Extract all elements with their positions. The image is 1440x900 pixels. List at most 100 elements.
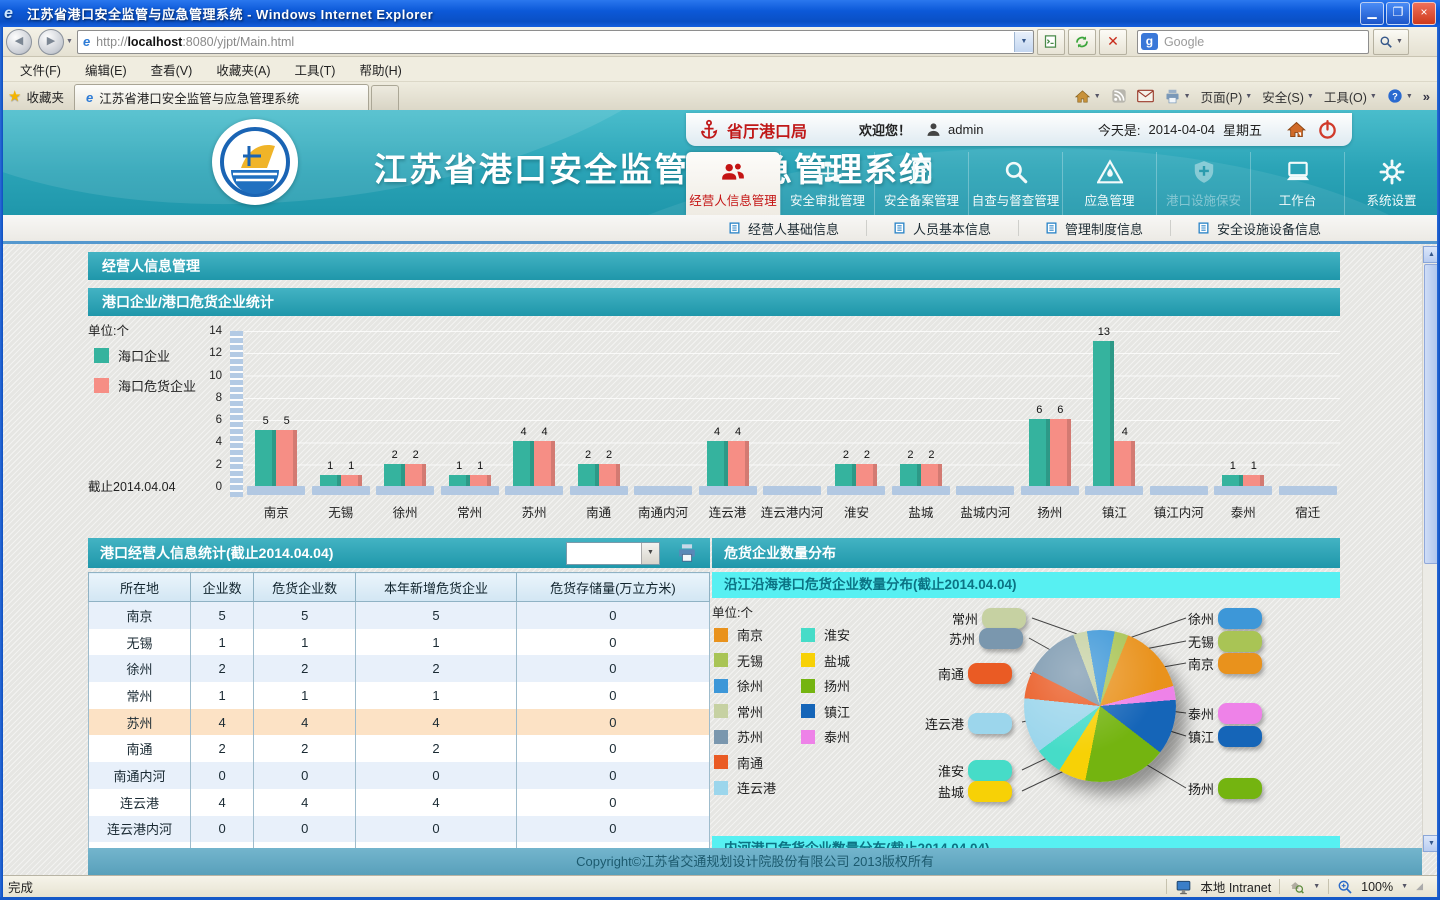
table-row-无锡[interactable]: 无锡1110 [89, 629, 710, 656]
home-shortcut-icon[interactable] [1286, 119, 1307, 140]
search-input[interactable]: g Google [1137, 30, 1369, 54]
menu-item[interactable]: 帮助(H) [347, 57, 413, 82]
resize-grip[interactable]: ◢ [1416, 881, 1424, 892]
bar-category-label: 连云港内河 [761, 502, 824, 521]
print-button[interactable]: ▼ [1164, 88, 1191, 105]
callout-label: 南京 [1188, 654, 1214, 673]
subnav-item-管理制度信息[interactable]: 管理制度信息 [1018, 215, 1170, 241]
title-bar: e 江苏省港口安全监管与应急管理系统 - Windows Internet Ex… [0, 0, 1440, 27]
url-input[interactable]: e http://localhost:8080/yjpt/Main.html ▼ [77, 30, 1034, 54]
favorites-button[interactable]: ★ 收藏夹 [0, 82, 74, 110]
bar-category-label: 南京 [264, 502, 289, 521]
bar-pair [964, 331, 1006, 486]
callout-label: 连云港 [925, 714, 964, 733]
minimize-button[interactable]: ▁ [1360, 2, 1384, 25]
pie-legend-label: 南通 [737, 753, 763, 772]
bar-category-label: 南通 [586, 502, 611, 521]
table-row-南通[interactable]: 南通2220 [89, 735, 710, 762]
bar-platform [634, 486, 692, 495]
people-icon [720, 159, 746, 185]
maximize-button[interactable]: ❐ [1386, 2, 1410, 25]
zoom-level[interactable]: 100% [1361, 880, 1393, 894]
bar-海口危货企业: 4 [1114, 441, 1135, 486]
bar-group-苏州: 44苏州 [502, 331, 566, 521]
yaxis-tick-label: 0 [184, 481, 222, 493]
subnav-item-经营人基础信息[interactable]: 经营人基础信息 [701, 215, 866, 241]
nav-item-安全审批管理[interactable]: 安全审批管理 [780, 152, 874, 215]
overflow-chevron-icon[interactable]: » [1423, 89, 1430, 104]
bar-海口企业: 13 [1093, 341, 1114, 486]
search-options-dropdown-icon[interactable]: ▼ [1396, 38, 1403, 45]
table-row-常州[interactable]: 常州1110 [89, 682, 710, 709]
document-icon [909, 159, 935, 185]
zoom-icon[interactable] [1337, 879, 1353, 895]
table-row-连云港[interactable]: 连云港4440 [89, 789, 710, 816]
logout-power-icon[interactable] [1317, 119, 1338, 140]
bar-platform [1279, 486, 1337, 495]
nav-item-系统设置[interactable]: 系统设置 [1344, 152, 1438, 215]
nav-item-安全备案管理[interactable]: 安全备案管理 [874, 152, 968, 215]
menu-item[interactable]: 工具(T) [282, 57, 347, 82]
region-filter-select[interactable]: ▼ [566, 542, 660, 565]
close-button[interactable]: × [1412, 2, 1436, 25]
table-row-南京[interactable]: 南京5550 [89, 602, 710, 629]
bar-chart-asof-label: 截止2014.04.04 [88, 476, 176, 495]
menu-item[interactable]: 文件(F) [8, 57, 73, 82]
nav-item-经营人信息管理[interactable]: 经营人信息管理 [686, 152, 780, 215]
security-menu-button[interactable]: 安全(S)▼ [1262, 87, 1314, 106]
pie-legend-item-盐城: 盐城 [801, 648, 850, 674]
table-print-button[interactable] [674, 541, 700, 565]
forward-button[interactable]: ▶ [38, 29, 64, 55]
feeds-button[interactable] [1111, 88, 1127, 104]
url-rest: :8080/yjpt/Main.html [182, 35, 294, 49]
subnav-item-安全设施设备信息[interactable]: 安全设施设备信息 [1170, 215, 1348, 241]
bar-value-label: 2 [917, 449, 946, 461]
refresh-button[interactable] [1068, 29, 1096, 55]
pie-callout-xuzhou: 徐州 [1188, 608, 1262, 629]
status-settings-icon[interactable] [1288, 879, 1305, 894]
subnav-item-人员基本信息[interactable]: 人员基本信息 [866, 215, 1018, 241]
page-title: 经营人信息管理 [102, 258, 200, 274]
yaxis-tick-label: 10 [184, 370, 222, 382]
nav-item-自查与督查管理[interactable]: 自查与督查管理 [968, 152, 1062, 215]
url-dropdown-button[interactable]: ▼ [1014, 32, 1033, 52]
table-row-苏州[interactable]: 苏州4440 [89, 709, 710, 736]
bar-海口企业: 2 [835, 464, 856, 486]
new-tab-stub[interactable] [371, 85, 399, 110]
select-dropdown-icon[interactable]: ▼ [641, 543, 659, 564]
back-button[interactable]: ◀ [6, 29, 32, 55]
bar-platform [892, 486, 950, 495]
legend-swatch [94, 378, 109, 393]
tab-main[interactable]: e 江苏省港口安全监管与应急管理系统 [74, 84, 369, 110]
nav-item-应急管理[interactable]: 应急管理 [1062, 152, 1156, 215]
gear-icon [1379, 159, 1405, 185]
stop-button[interactable]: ✕ [1099, 29, 1127, 55]
menu-item[interactable]: 查看(V) [139, 57, 205, 82]
page-menu-button[interactable]: 页面(P)▼ [1201, 87, 1253, 106]
table-cell: 0 [191, 762, 254, 789]
tools-menu-button[interactable]: 工具(O)▼ [1324, 87, 1377, 106]
compatibility-view-button[interactable] [1037, 29, 1065, 55]
url-prefix: http:// [96, 35, 127, 49]
status-settings-dropdown-icon[interactable]: ▼ [1313, 883, 1320, 890]
doc-blue-icon [728, 221, 741, 235]
search-go-button[interactable]: ▼ [1373, 29, 1409, 55]
bar-pair [642, 331, 684, 486]
history-dropdown-icon[interactable]: ▼ [66, 38, 73, 45]
table-row-南通内河[interactable]: 南通内河0000 [89, 762, 710, 789]
bar-value-label: 4 [724, 426, 753, 438]
nav-item-工作台[interactable]: 工作台 [1250, 152, 1344, 215]
pie-chart [1024, 630, 1176, 782]
table-row-连云港内河[interactable]: 连云港内河0000 [89, 816, 710, 843]
mail-button[interactable] [1137, 89, 1154, 103]
table-row-徐州[interactable]: 徐州2220 [89, 655, 710, 682]
bar-category-label: 镇江内河 [1154, 502, 1204, 521]
zoom-dropdown-icon[interactable]: ▼ [1401, 883, 1408, 890]
legend-label: 海口企业 [118, 346, 170, 365]
menu-item[interactable]: 收藏夹(A) [204, 57, 282, 82]
help-button[interactable]: ? ▼ [1387, 88, 1413, 104]
menu-item[interactable]: 编辑(E) [73, 57, 139, 82]
nav-item-港口设施保安[interactable]: 港口设施保安 [1156, 152, 1250, 215]
bar-海口企业: 1 [449, 475, 470, 486]
home-button[interactable]: ▼ [1074, 88, 1101, 105]
